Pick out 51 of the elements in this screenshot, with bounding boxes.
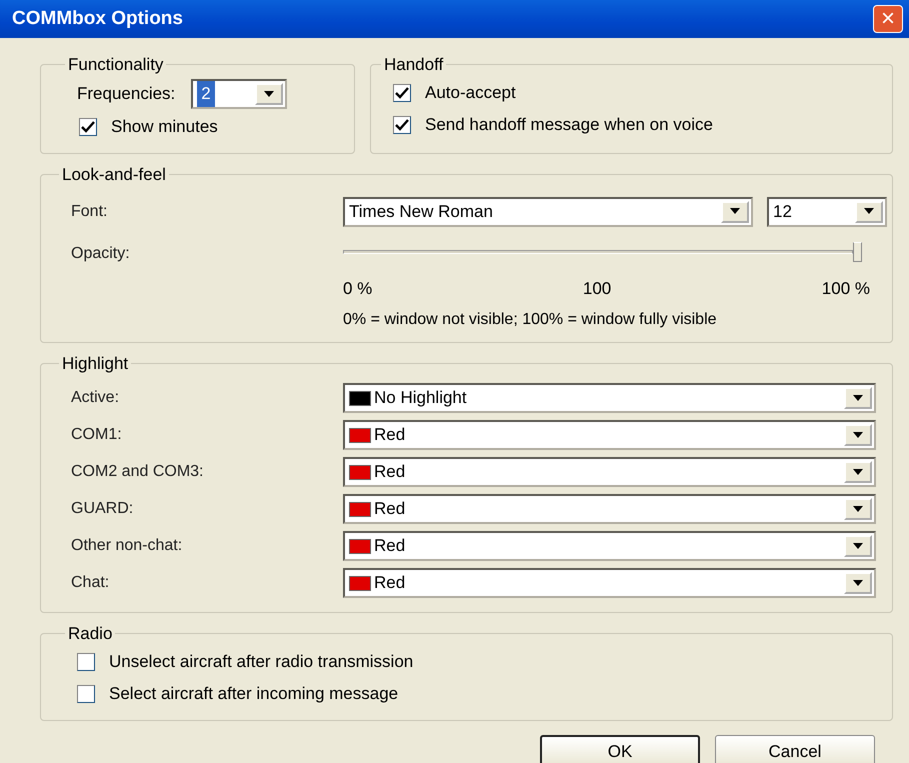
- field-label: Opacity:: [71, 244, 131, 264]
- checkbox[interactable]: [79, 118, 97, 136]
- field-label: Font:: [71, 202, 108, 222]
- dropdown-value: Times New Roman: [349, 200, 493, 223]
- tick-label: 100: [582, 278, 612, 300]
- field-label: Chat:: [71, 573, 110, 593]
- checkbox[interactable]: [393, 84, 411, 102]
- hint-text: 0% = window not visible; 100% = window fully visible: [343, 310, 718, 330]
- dropdown[interactable]: Red: [343, 420, 876, 450]
- group-title: Look-and-feel: [61, 166, 167, 183]
- field-label: Other non-chat:: [71, 536, 184, 556]
- close-button[interactable]: ×: [873, 5, 903, 33]
- dropdown-value: No Highlight: [374, 387, 467, 410]
- dropdown-value: Red: [374, 572, 406, 594]
- field-label: Frequencies:: [77, 83, 176, 106]
- field-label: Active:: [71, 388, 120, 408]
- group-title: Functionality: [67, 56, 164, 73]
- checkbox[interactable]: [393, 116, 411, 134]
- dropdown-value: Red: [374, 424, 406, 446]
- dropdown-value: 12: [773, 200, 792, 223]
- tick-label: 100 %: [822, 278, 870, 300]
- dropdown-value: Red: [374, 498, 406, 520]
- checkbox-label: Send handoff message when on voice: [425, 114, 713, 136]
- tick-label: 0 %: [343, 278, 372, 300]
- dropdown[interactable]: Red: [343, 568, 876, 598]
- dropdown[interactable]: Red: [343, 457, 876, 487]
- checkbox-label: Select aircraft after incoming message: [109, 682, 398, 705]
- group-title: Highlight: [61, 354, 130, 372]
- dialog-button[interactable]: OK: [540, 734, 700, 763]
- field-label: COM1:: [71, 425, 123, 445]
- dropdown-value: Red: [374, 535, 406, 558]
- checkbox-label: Unselect aircraft after radio transmission: [109, 650, 414, 673]
- dropdown[interactable]: Red: [343, 531, 876, 561]
- checkbox[interactable]: [77, 684, 95, 702]
- checkbox-label: Auto-accept: [425, 82, 516, 104]
- field-label: GUARD:: [71, 499, 134, 519]
- dropdown-value: Red: [374, 461, 406, 484]
- dropdown[interactable]: 12: [767, 196, 887, 226]
- group-title: Radio: [67, 624, 114, 642]
- dialog-button[interactable]: Cancel: [715, 734, 875, 763]
- window-title: COMMbox Options: [12, 6, 183, 31]
- checkbox[interactable]: [77, 652, 95, 670]
- checkbox-label: Show minutes: [111, 116, 218, 138]
- dropdown[interactable]: 2: [191, 79, 288, 109]
- slider-thumb[interactable]: [853, 242, 862, 262]
- dropdown[interactable]: Times New Roman: [343, 196, 753, 226]
- group-title: Handoff: [383, 56, 444, 73]
- dropdown[interactable]: No Highlight: [343, 383, 876, 413]
- dropdown[interactable]: Red: [343, 494, 876, 524]
- field-label: COM2 and COM3:: [71, 462, 204, 482]
- dropdown-value: 2: [197, 81, 215, 107]
